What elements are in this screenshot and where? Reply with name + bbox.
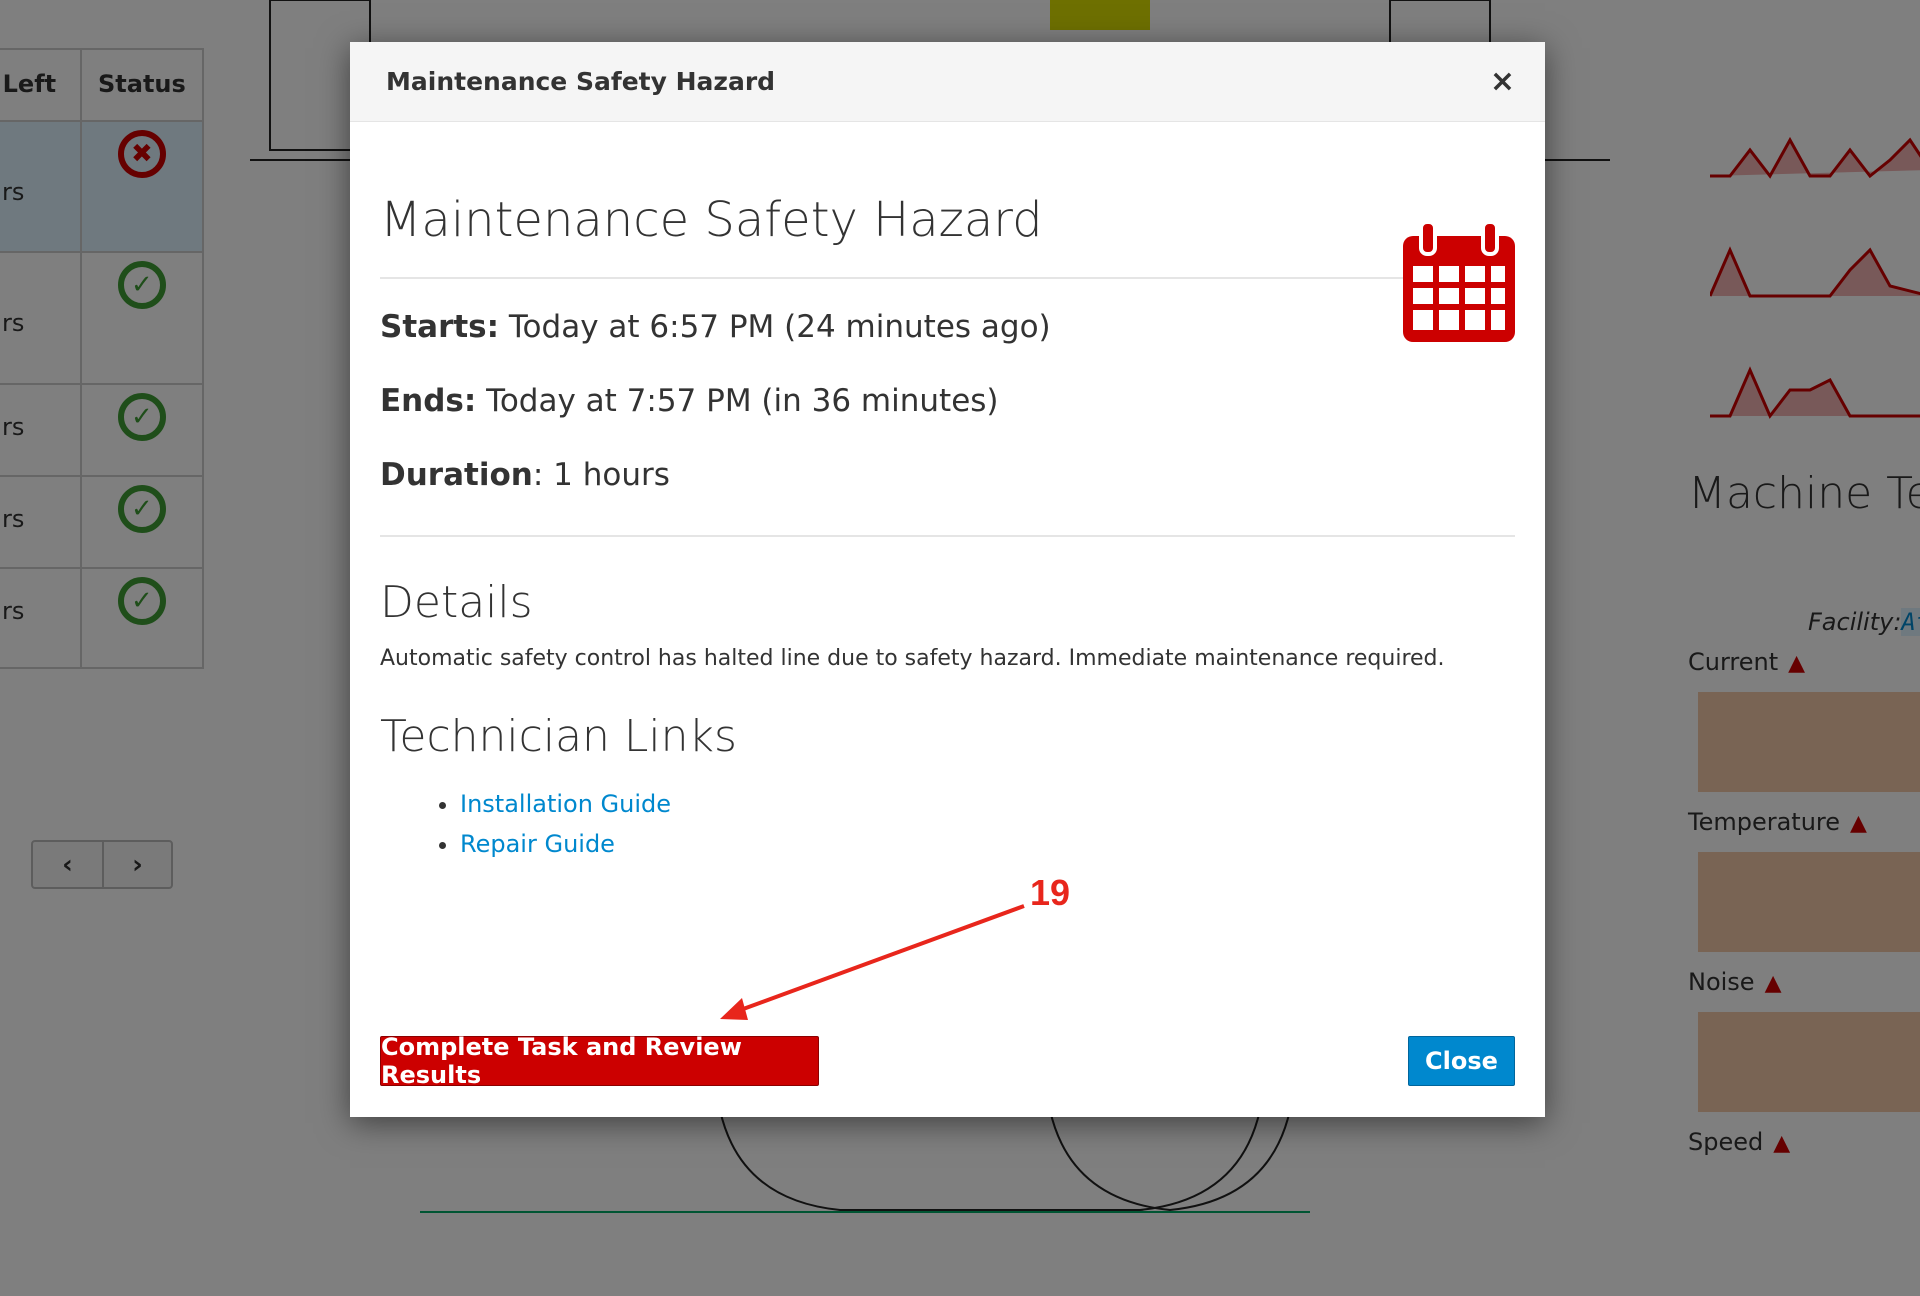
complete-task-button[interactable]: Complete Task and Review Results (380, 1033, 819, 1089)
ends-label: Ends: (380, 383, 477, 419)
repair-guide-link[interactable]: Repair Guide (460, 830, 615, 858)
starts-row: Starts: Today at 6:57 PM (24 minutes ago… (380, 309, 1515, 353)
duration-row: Duration: 1 hours (380, 457, 1515, 501)
installation-guide-link[interactable]: Installation Guide (460, 790, 671, 818)
divider (380, 535, 1515, 537)
technician-links-heading: Technician Links (380, 711, 737, 762)
details-heading: Details (380, 577, 533, 628)
duration-label: Duration (380, 457, 533, 493)
modal-title: Maintenance Safety Hazard (380, 192, 1043, 248)
technician-links-list: Installation Guide Repair Guide (460, 784, 1515, 864)
annotation-label: 19 (1030, 872, 1071, 913)
divider (380, 277, 1515, 279)
duration-value: : 1 hours (532, 457, 670, 493)
calendar-icon (1403, 222, 1515, 342)
details-text: Automatic safety control has halted line… (380, 646, 1445, 671)
modal-header: Maintenance Safety Hazard × (350, 42, 1545, 122)
close-icon[interactable]: × (1490, 64, 1515, 99)
ends-row: Ends: Today at 7:57 PM (in 36 minutes) (380, 383, 1515, 427)
modal-header-title: Maintenance Safety Hazard (386, 67, 776, 96)
starts-value: Today at 6:57 PM (24 minutes ago) (499, 309, 1051, 345)
starts-label: Starts: (380, 309, 500, 345)
close-button[interactable]: Close (1408, 1036, 1515, 1086)
maintenance-modal: Maintenance Safety Hazard × Maintenance … (350, 42, 1545, 1117)
ends-value: Today at 7:57 PM (in 36 minutes) (476, 383, 999, 419)
